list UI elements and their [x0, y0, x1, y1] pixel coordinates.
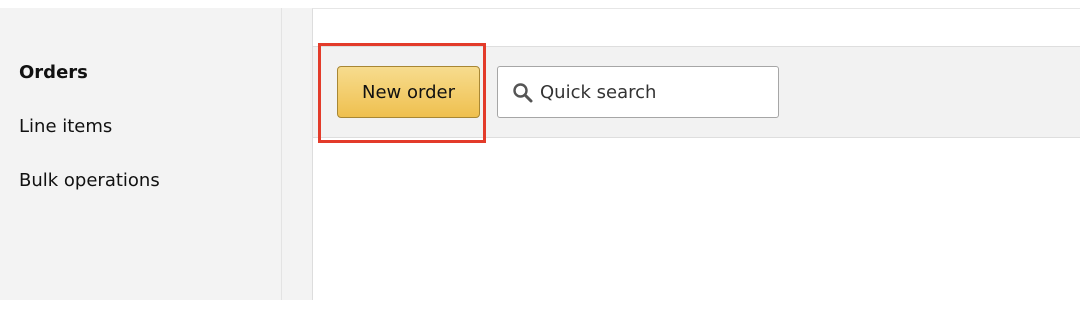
sidebar-item-orders[interactable]: Orders — [19, 62, 88, 83]
new-order-button[interactable]: New order — [337, 66, 480, 118]
main-panel: New order — [312, 8, 1080, 301]
top-strip — [0, 0, 1080, 8]
quick-search-input[interactable] — [540, 68, 772, 116]
search-icon — [512, 82, 534, 104]
bottom-strip — [0, 300, 1080, 310]
app-window: Orders Line items Bulk operations New or… — [0, 0, 1080, 310]
toolbar: New order — [313, 43, 1080, 143]
sidebar: Orders Line items Bulk operations — [0, 8, 282, 300]
sidebar-item-bulk-operations[interactable]: Bulk operations — [19, 170, 160, 191]
content-gutter — [282, 8, 312, 300]
sidebar-item-line-items[interactable]: Line items — [19, 116, 112, 137]
quick-search-box[interactable] — [497, 66, 779, 118]
